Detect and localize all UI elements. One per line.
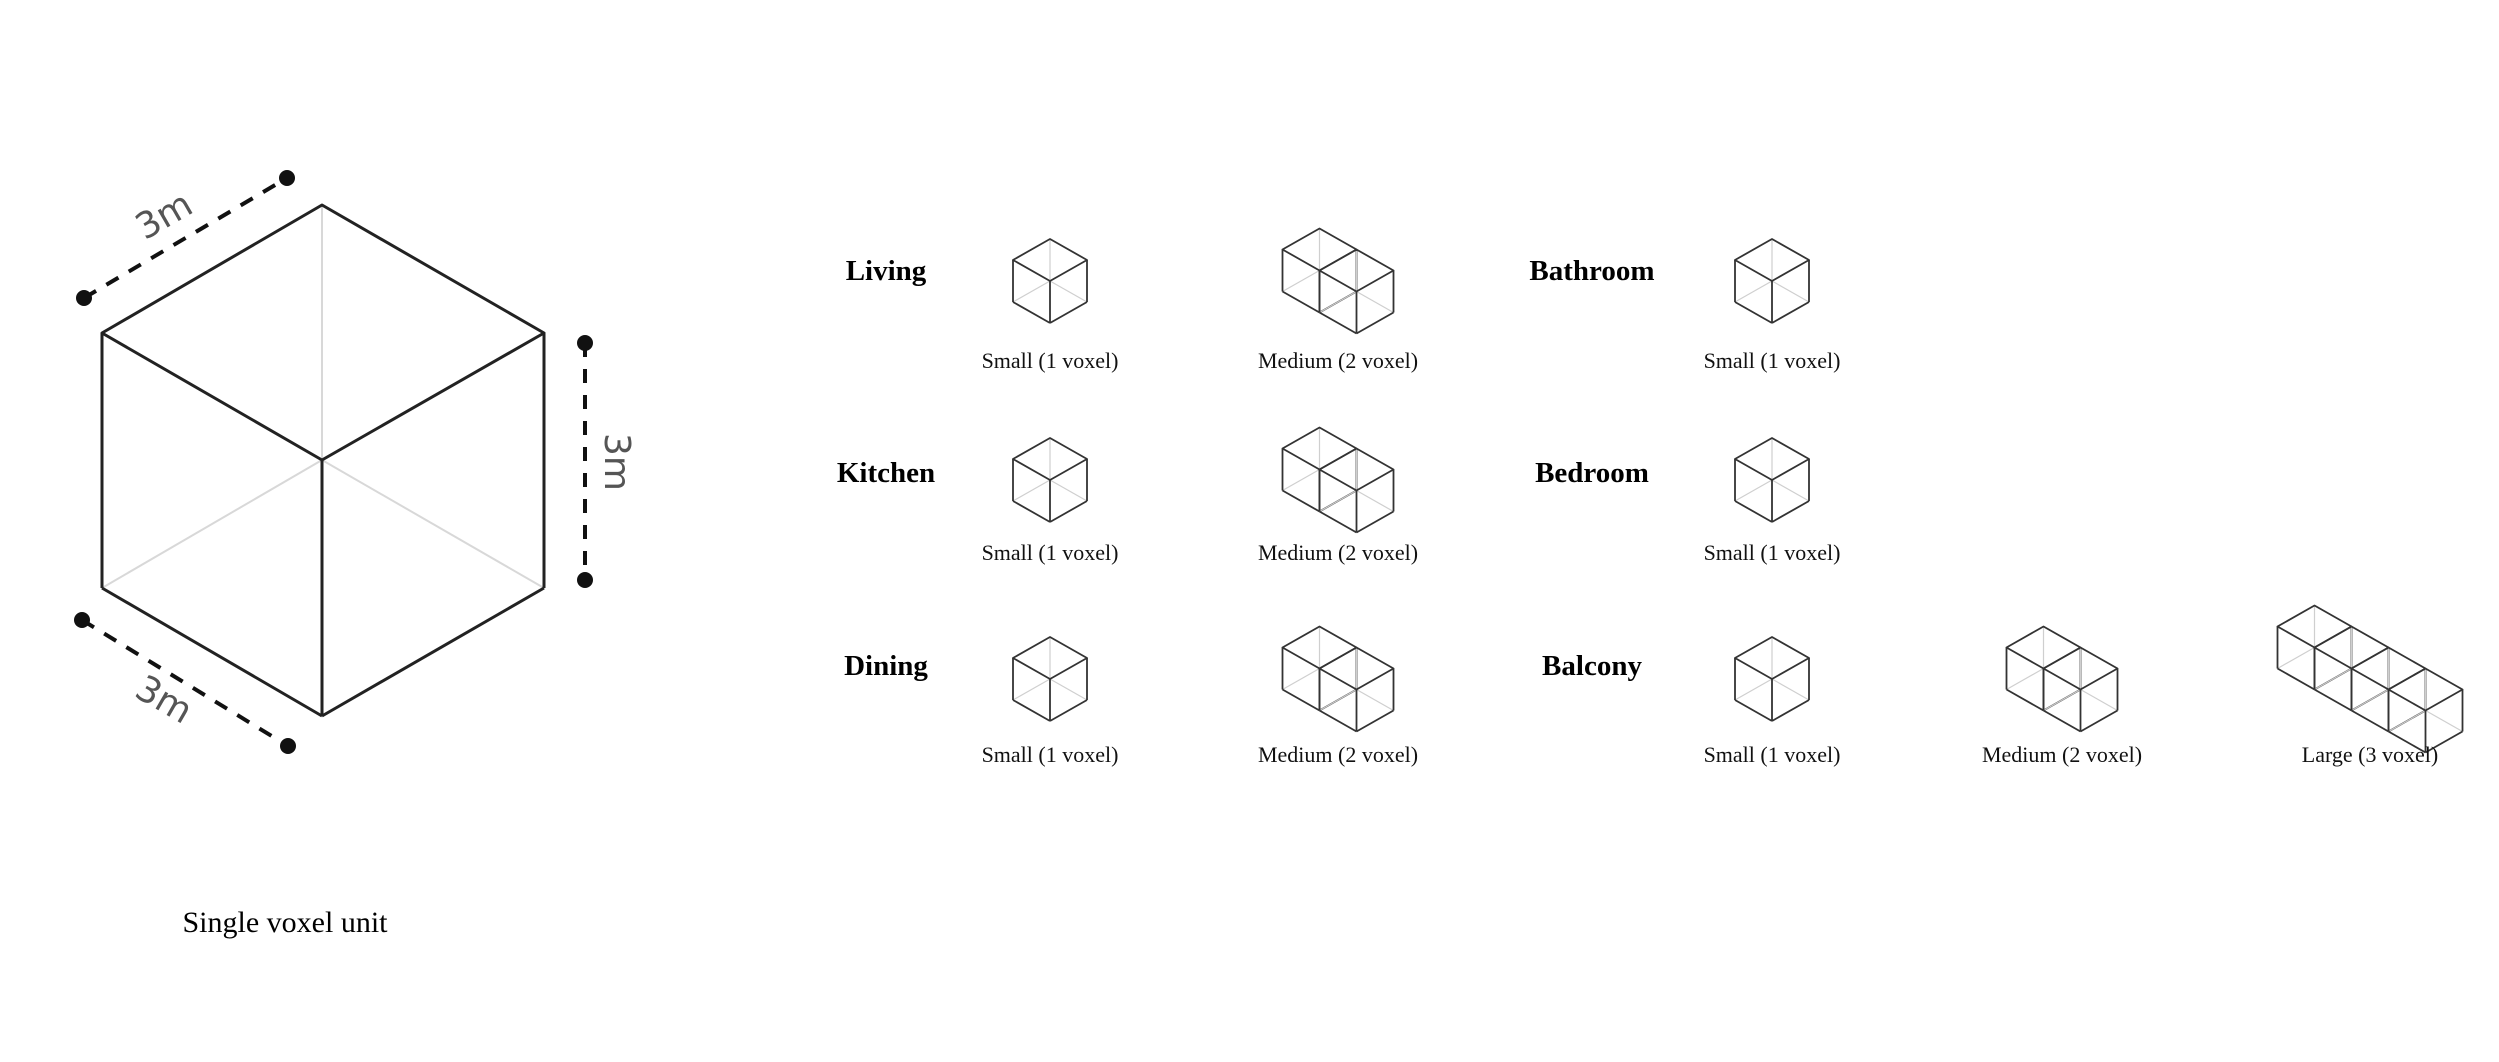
room-label: Kitchen — [837, 457, 935, 489]
size-label: Small (1 voxel) — [1704, 348, 1841, 373]
voxel-icon — [1734, 238, 1810, 324]
dimension-right: 3m — [577, 335, 637, 588]
room-label: Bathroom — [1529, 255, 1654, 287]
size-label: Medium (2 voxel) — [1982, 742, 2142, 767]
voxel-icon — [1734, 437, 1810, 523]
dimension-right-label: 3m — [596, 433, 637, 491]
voxel-icon — [2276, 604, 2464, 754]
size-label: Small (1 voxel) — [1704, 742, 1841, 767]
size-label: Medium (2 voxel) — [1258, 742, 1418, 767]
voxel-icon — [2005, 625, 2119, 733]
voxel-icon — [1012, 437, 1088, 523]
size-label: Small (1 voxel) — [982, 348, 1119, 373]
voxel-icon — [1281, 625, 1395, 733]
size-label: Small (1 voxel) — [982, 540, 1119, 565]
room-balcony: Balcony Small (1 voxel) Medium (2 voxel) La… — [1542, 604, 2464, 767]
voxel-icon — [1012, 238, 1088, 324]
dimension-top-label: 3m — [129, 184, 200, 248]
size-label: Small (1 voxel) — [982, 742, 1119, 767]
room-dining: Dining Small (1 voxel) Medium (2 voxel) — [844, 625, 1418, 767]
room-kitchen: Kitchen Small (1 voxel) Medium (2 voxel) — [837, 426, 1418, 565]
room-label: Living — [846, 255, 927, 287]
room-bathroom: Bathroom Small (1 voxel) — [1529, 238, 1841, 373]
size-label: Small (1 voxel) — [1704, 540, 1841, 565]
voxel-icon — [1734, 636, 1810, 722]
size-label: Medium (2 voxel) — [1258, 540, 1418, 565]
voxel-icon — [1281, 426, 1395, 534]
voxel-diagram: 3m 3m 3m Single voxel unit Living Small (… — [74, 170, 2464, 939]
room-label: Dining — [844, 650, 928, 682]
dimension-bottom-label: 3m — [128, 668, 199, 732]
room-label: Balcony — [1542, 650, 1642, 682]
room-bedroom: Bedroom Small (1 voxel) — [1535, 437, 1841, 565]
room-grid: LivingSmall (1 voxel) Medium (2 voxel)Kit… — [837, 227, 2464, 767]
single-voxel-cube — [100, 203, 546, 718]
size-label: Medium (2 voxel) — [1258, 348, 1418, 373]
size-label: Large (3 voxel) — [2302, 742, 2438, 767]
voxel-icon — [1281, 227, 1395, 335]
voxel-icon — [1012, 636, 1088, 722]
room-label: Bedroom — [1535, 457, 1649, 489]
room-living: Living Small (1 voxel) Medium (2 voxel) — [846, 227, 1418, 373]
single-voxel-caption: Single voxel unit — [183, 906, 389, 939]
